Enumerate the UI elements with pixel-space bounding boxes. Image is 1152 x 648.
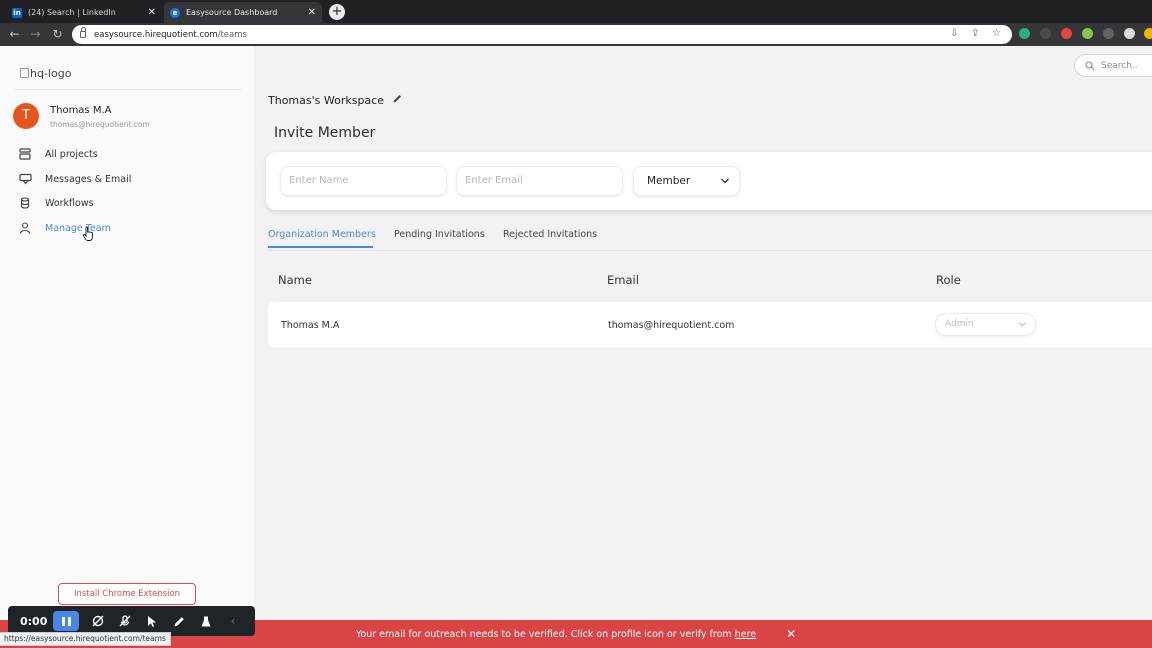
sidebar-item-messages-email[interactable]: Messages & Email <box>18 171 131 187</box>
logo-alt-text: hq-logo <box>30 67 72 80</box>
edit-pencil-icon[interactable] <box>392 93 403 107</box>
linkedin-icon: in <box>12 7 22 18</box>
reload-icon[interactable]: ↻ <box>50 27 65 42</box>
lock-icon <box>80 27 86 38</box>
sidebar-item-label: All projects <box>45 148 98 160</box>
url-path: /teams <box>217 29 247 40</box>
camera-off-icon[interactable] <box>90 613 106 629</box>
sidebar-item-label: Manage Team <box>45 222 111 234</box>
install-chrome-extension-button[interactable]: Install Chrome Extension <box>58 583 196 605</box>
projects-icon <box>18 147 32 161</box>
member-role-value: Admin <box>945 319 974 329</box>
tab-title: (24) Search | LinkedIn <box>28 8 116 17</box>
hand-cursor-icon <box>83 226 93 241</box>
chevron-down-icon <box>721 178 729 184</box>
role-select-value: Member <box>647 175 691 187</box>
new-tab-button[interactable]: + <box>329 4 345 20</box>
person-icon <box>18 221 32 235</box>
tab-rejected-invitations[interactable]: Rejected Invitations <box>503 229 597 240</box>
status-bar-url: https://easysource.hirequotient.com/team… <box>0 632 171 646</box>
close-tab-icon[interactable]: ✕ <box>308 7 316 18</box>
sidebar: hq-logo T Thomas M.A thomas@hirequotient… <box>0 46 255 620</box>
recording-timer: 0:00 <box>20 614 48 628</box>
tab-title: Easysource Dashboard <box>186 8 278 17</box>
extension-icon[interactable] <box>1082 28 1093 39</box>
extension-icon[interactable] <box>1144 28 1152 39</box>
back-icon[interactable]: ← <box>7 27 22 42</box>
close-tab-icon[interactable]: ✕ <box>148 7 156 18</box>
avatar[interactable]: T <box>13 103 39 129</box>
active-tab-indicator <box>268 246 373 248</box>
name-field[interactable]: Enter Name <box>280 166 447 196</box>
invite-member-title: Invite Member <box>274 125 376 141</box>
extension-icon[interactable] <box>1061 28 1072 39</box>
eraser-tool-icon[interactable] <box>198 613 214 629</box>
member-email: thomas@hirequotient.com <box>608 320 735 331</box>
search-placeholder: Search.. <box>1101 60 1138 71</box>
table-row: Thomas M.A thomas@hirequotient.com Admin <box>268 302 1152 347</box>
extension-icon[interactable] <box>1040 28 1051 39</box>
sidebar-item-label: Workflows <box>45 197 94 209</box>
sidebar-item-all-projects[interactable]: All projects <box>18 146 98 162</box>
browser-tab-linkedin[interactable]: in (24) Search | LinkedIn ✕ <box>6 2 162 23</box>
logo[interactable]: hq-logo <box>20 67 71 80</box>
browser-toolbar: ← → ↻ easysource.hirequotient.com/teams … <box>0 23 1152 46</box>
divider <box>15 89 241 90</box>
verify-here-link[interactable]: here <box>735 629 756 640</box>
url-domain: easysource.hirequotient.com <box>94 29 218 40</box>
pointer-tool-icon[interactable] <box>144 613 160 629</box>
workspace-header: Thomas's Workspace <box>268 93 403 107</box>
role-select[interactable]: Member <box>633 166 740 196</box>
share-icon[interactable]: ⇪ <box>971 28 979 39</box>
pause-button[interactable] <box>53 611 79 631</box>
profile-icon[interactable] <box>1124 28 1135 39</box>
column-header-email: Email <box>607 273 639 287</box>
easysource-icon: e <box>170 7 180 18</box>
tab-organization-members[interactable]: Organization Members <box>268 229 376 240</box>
extension-icon[interactable] <box>1103 28 1114 39</box>
workflows-icon <box>18 196 32 210</box>
tab-pending-invitations[interactable]: Pending Invitations <box>394 229 485 240</box>
broken-image-icon <box>20 68 29 78</box>
member-name: Thomas M.A <box>281 320 340 331</box>
banner-text: Your email for outreach needs to be veri… <box>355 628 732 640</box>
close-icon[interactable]: ✕ <box>786 627 796 641</box>
microphone-off-icon[interactable] <box>117 613 133 629</box>
user-email: thomas@hirequotient.com <box>50 120 150 129</box>
invite-member-form: Enter Name Enter Email Member <box>266 152 1152 210</box>
email-field[interactable]: Enter Email <box>456 166 623 196</box>
sidebar-item-manage-team[interactable]: Manage Team <box>18 220 111 236</box>
pen-tool-icon[interactable] <box>171 613 187 629</box>
divider <box>268 250 1152 251</box>
extension-grammarly-icon[interactable] <box>1019 28 1030 39</box>
install-app-icon[interactable]: ⇩ <box>950 28 958 39</box>
main-content: Search.. Thomas's Workspace Invite Membe… <box>256 46 1152 620</box>
search-input[interactable]: Search.. <box>1074 54 1152 77</box>
search-icon <box>1085 60 1095 70</box>
browser-tab-easysource[interactable]: e Easysource Dashboard ✕ <box>164 2 322 23</box>
workspace-title: Thomas's Workspace <box>268 93 384 107</box>
sidebar-item-workflows[interactable]: Workflows <box>18 195 94 211</box>
member-role-select[interactable]: Admin <box>935 313 1036 336</box>
screen: in (24) Search | LinkedIn ✕ e Easysource… <box>0 0 1152 648</box>
user-name: Thomas M.A <box>50 105 112 116</box>
messages-icon <box>18 172 32 186</box>
browser-tab-strip: in (24) Search | LinkedIn ✕ e Easysource… <box>0 0 1152 23</box>
sidebar-item-label: Messages & Email <box>45 173 132 185</box>
column-header-name: Name <box>278 273 312 287</box>
column-header-role: Role <box>936 273 961 287</box>
collapse-chevron-icon[interactable]: ‹ <box>225 613 241 629</box>
address-bar[interactable]: easysource.hirequotient.com/teams ⇩ ⇪ ☆ <box>72 25 1012 44</box>
chevron-down-icon <box>1018 322 1027 327</box>
bookmark-star-icon[interactable]: ☆ <box>992 28 1001 39</box>
forward-icon[interactable]: → <box>28 27 43 42</box>
